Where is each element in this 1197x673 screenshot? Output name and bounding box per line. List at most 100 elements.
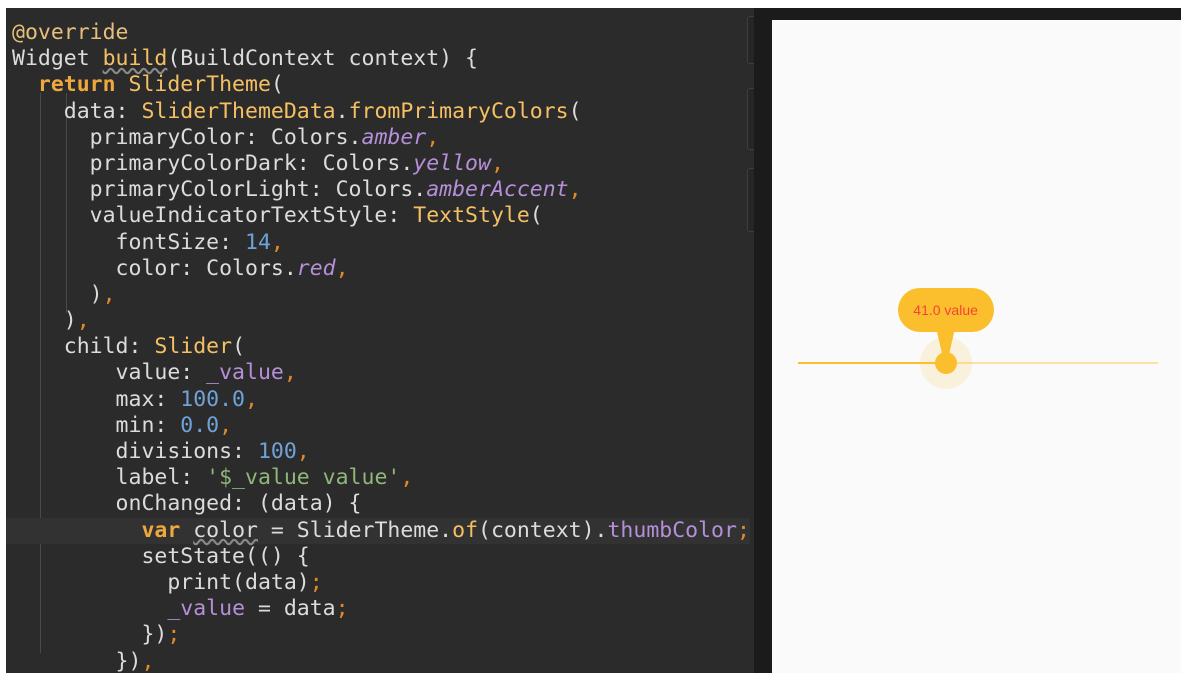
code-line[interactable]: label: '$_value value', [12, 465, 710, 491]
code-token: color: Colors. [12, 255, 297, 281]
code-line[interactable]: Widget build(BuildContext context) { [12, 46, 710, 72]
code-token: print(data) [12, 569, 310, 595]
code-token: . [335, 98, 349, 124]
code-token: ( [568, 98, 582, 124]
code-token: build [102, 46, 168, 72]
code-token: _value [206, 360, 284, 386]
code-token: (BuildContext context) { [167, 46, 479, 72]
value-indicator-label: 41.0 value [913, 302, 978, 318]
code-token: }) [12, 648, 142, 673]
code-token: 100 [257, 439, 297, 464]
code-token: label: [12, 465, 207, 491]
code-line[interactable]: primaryColor: Colors.amber, [12, 125, 710, 151]
code-token: SliderThemeData [141, 98, 336, 124]
code-line[interactable]: ), [12, 308, 710, 334]
code-token: '$_value value' [206, 465, 401, 491]
code-token: = data [245, 596, 336, 622]
code-line[interactable]: var color = SliderTheme.of(context).thum… [6, 517, 750, 544]
code-token: amber [361, 124, 427, 150]
code-token: ; [309, 569, 323, 595]
code-token: , [283, 360, 297, 386]
code-token: , [245, 386, 258, 412]
code-line[interactable]: }), [12, 649, 710, 673]
code-line[interactable]: _value = data; [12, 596, 710, 622]
code-token: ( [529, 203, 543, 229]
code-token: onChanged: (data) { [12, 491, 362, 517]
slider-value-indicator: 41.0 value [897, 288, 994, 356]
code-token: , [426, 124, 440, 150]
device-frame-top [754, 8, 1184, 20]
code-token: valueIndicatorTextStyle: [12, 203, 414, 229]
code-token: , [219, 412, 233, 438]
code-line[interactable]: primaryColorLight: Colors.amberAccent, [12, 177, 710, 203]
code-token: , [568, 177, 582, 203]
code-token: Slider [154, 334, 233, 360]
code-token: , [102, 281, 116, 307]
window-edge [1181, 8, 1197, 673]
code-line[interactable]: return SliderTheme( [12, 72, 710, 98]
code-token: setState(() { [12, 543, 310, 569]
code-line[interactable]: value: _value, [12, 360, 710, 386]
code-line[interactable]: ), [12, 282, 710, 308]
code-token: fontSize: [12, 229, 245, 255]
code-token: child: [12, 334, 155, 360]
code-line[interactable]: min: 0.0, [12, 413, 710, 439]
code-token: fromPrimaryColors [348, 98, 569, 124]
code-token: min: [12, 412, 181, 438]
code-token: 100.0 [180, 386, 246, 412]
code-token: ; [335, 596, 349, 622]
code-token: }) [12, 622, 168, 648]
code-token: primaryColorLight: Colors. [12, 177, 427, 203]
code-line[interactable]: @override [12, 20, 710, 46]
code-token: 0.0 [180, 412, 220, 438]
code-token: ( [270, 72, 284, 98]
code-token: = SliderTheme. [257, 517, 453, 543]
code-token: 14 [245, 229, 271, 255]
code-token: , [335, 255, 349, 281]
code-token: max: [12, 386, 181, 412]
code-token: data: [12, 98, 142, 124]
code-editor[interactable]: @override Widget build(BuildContext conte… [6, 8, 754, 673]
code-token: SliderTheme [128, 72, 271, 98]
code-token: primaryColor: Colors. [12, 124, 362, 150]
code-line[interactable]: print(data); [12, 570, 710, 596]
code-token: ; [167, 622, 181, 648]
code-line[interactable]: color: Colors.red, [12, 256, 710, 282]
code-line[interactable]: primaryColorDark: Colors.yellow, [12, 151, 710, 177]
code-token: value: [12, 360, 207, 386]
editor-scroll-markers [746, 8, 754, 673]
code-token: @override [12, 20, 129, 45]
code-line[interactable]: divisions: 100, [12, 439, 710, 465]
code-token: color [193, 517, 258, 543]
code-token: ) [12, 281, 103, 307]
code-token: yellow [413, 150, 491, 176]
code-token: divisions: [12, 439, 258, 464]
code-line[interactable]: max: 100.0, [12, 387, 710, 413]
code-line[interactable]: child: Slider( [12, 334, 710, 360]
code-token: , [490, 150, 504, 176]
code-line[interactable]: onChanged: (data) { [12, 491, 710, 517]
code-token: , [400, 465, 414, 491]
code-token: _value [167, 596, 246, 622]
code-line[interactable]: }); [12, 622, 710, 648]
split-divider[interactable] [754, 8, 772, 673]
code-token: ( [232, 334, 246, 360]
code-line[interactable]: data: SliderThemeData.fromPrimaryColors( [12, 99, 710, 125]
code-token: primaryColorDark: Colors. [12, 150, 414, 176]
code-token: Widget [12, 46, 103, 72]
code-token: amberAccent [426, 177, 569, 203]
code-token: , [76, 308, 90, 334]
code-line[interactable]: setState(() { [12, 544, 710, 570]
code-token: , [296, 439, 310, 464]
code-token: TextStyle [413, 203, 530, 229]
code-token: (context). [478, 517, 608, 543]
code-token: , [141, 648, 155, 673]
device-preview: 41.0 value [772, 20, 1181, 673]
code-line[interactable]: fontSize: 14, [12, 230, 710, 256]
code-line[interactable]: valueIndicatorTextStyle: TextStyle( [12, 203, 710, 229]
code-content[interactable]: @override Widget build(BuildContext conte… [6, 20, 750, 673]
code-token: red [296, 255, 336, 281]
screen: @override Widget build(BuildContext conte… [0, 0, 1197, 673]
